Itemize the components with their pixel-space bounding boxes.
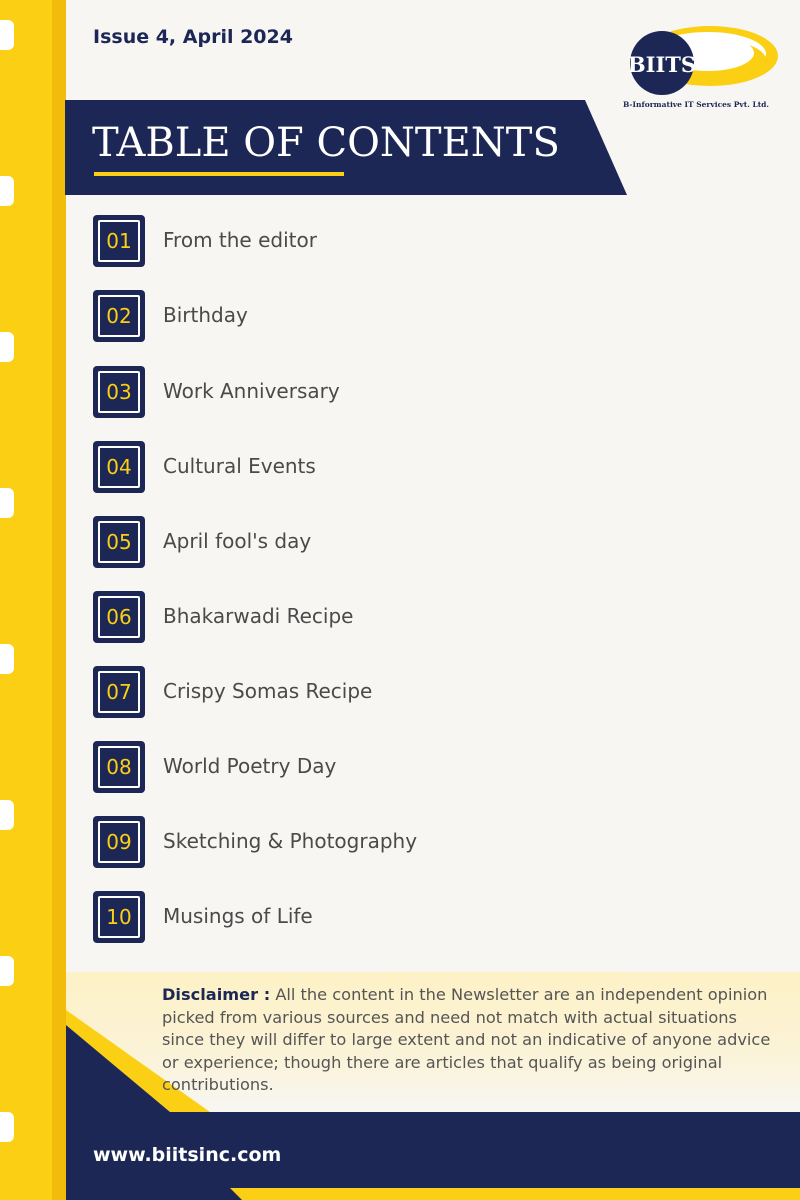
toc-label: Sketching & Photography xyxy=(163,829,418,853)
toc-number-box: 09 xyxy=(93,816,145,868)
toc-item-03[interactable]: 03 Work Anniversary xyxy=(93,366,693,420)
title-underline xyxy=(94,172,344,176)
toc-number-box: 05 xyxy=(93,516,145,568)
logo-tagline: B-Informative IT Services Pvt. Ltd. xyxy=(622,100,770,109)
toc-label: Work Anniversary xyxy=(163,379,340,403)
issue-date: Issue 4, April 2024 xyxy=(93,26,293,48)
punch-hole xyxy=(0,800,14,830)
punch-hole xyxy=(0,488,14,518)
toc-number: 04 xyxy=(98,446,140,488)
toc-label: From the editor xyxy=(163,228,317,252)
toc-label: Bhakarwadi Recipe xyxy=(163,604,354,628)
toc-number-box: 06 xyxy=(93,591,145,643)
punch-hole xyxy=(0,644,14,674)
toc-number-box: 04 xyxy=(93,441,145,493)
toc-item-10[interactable]: 10 Musings of Life xyxy=(93,891,693,945)
toc-label: Crispy Somas Recipe xyxy=(163,679,373,703)
toc-label: World Poetry Day xyxy=(163,754,337,778)
toc-item-01[interactable]: 01 From the editor xyxy=(93,215,693,269)
toc-item-07[interactable]: 07 Crispy Somas Recipe xyxy=(93,666,693,720)
toc-item-09[interactable]: 09 Sketching & Photography xyxy=(93,816,693,870)
toc-number: 01 xyxy=(98,220,140,262)
toc-number-box: 07 xyxy=(93,666,145,718)
toc-number: 02 xyxy=(98,295,140,337)
logo-text: BIITS xyxy=(628,52,696,77)
toc-item-05[interactable]: 05 April fool's day xyxy=(93,516,693,570)
disclaimer-label: Disclaimer : xyxy=(162,985,271,1004)
toc-number: 09 xyxy=(98,821,140,863)
toc-label: Cultural Events xyxy=(163,454,316,478)
page-title: TABLE OF CONTENTS xyxy=(92,120,560,166)
toc-label: Musings of Life xyxy=(163,904,313,928)
toc-number-box: 01 xyxy=(93,215,145,267)
toc-number-box: 10 xyxy=(93,891,145,943)
toc-number: 07 xyxy=(98,671,140,713)
toc-number: 03 xyxy=(98,371,140,413)
toc-number: 08 xyxy=(98,746,140,788)
punch-hole xyxy=(0,20,14,50)
toc-number-box: 03 xyxy=(93,366,145,418)
disclaimer: Disclaimer : All the content in the News… xyxy=(162,984,777,1097)
toc-label: Birthday xyxy=(163,303,248,327)
toc-number-box: 02 xyxy=(93,290,145,342)
toc-item-02[interactable]: 02 Birthday xyxy=(93,290,693,344)
toc-item-06[interactable]: 06 Bhakarwadi Recipe xyxy=(93,591,693,645)
toc-number: 06 xyxy=(98,596,140,638)
toc-number: 05 xyxy=(98,521,140,563)
website-link[interactable]: www.biitsinc.com xyxy=(93,1144,281,1166)
punch-hole xyxy=(0,176,14,206)
punch-hole xyxy=(0,332,14,362)
footer-yellow-stripe xyxy=(230,1188,800,1200)
toc-item-04[interactable]: 04 Cultural Events xyxy=(93,441,693,495)
toc-label: April fool's day xyxy=(163,529,312,553)
toc-item-08[interactable]: 08 World Poetry Day xyxy=(93,741,693,795)
toc-number-box: 08 xyxy=(93,741,145,793)
toc-number: 10 xyxy=(98,896,140,938)
